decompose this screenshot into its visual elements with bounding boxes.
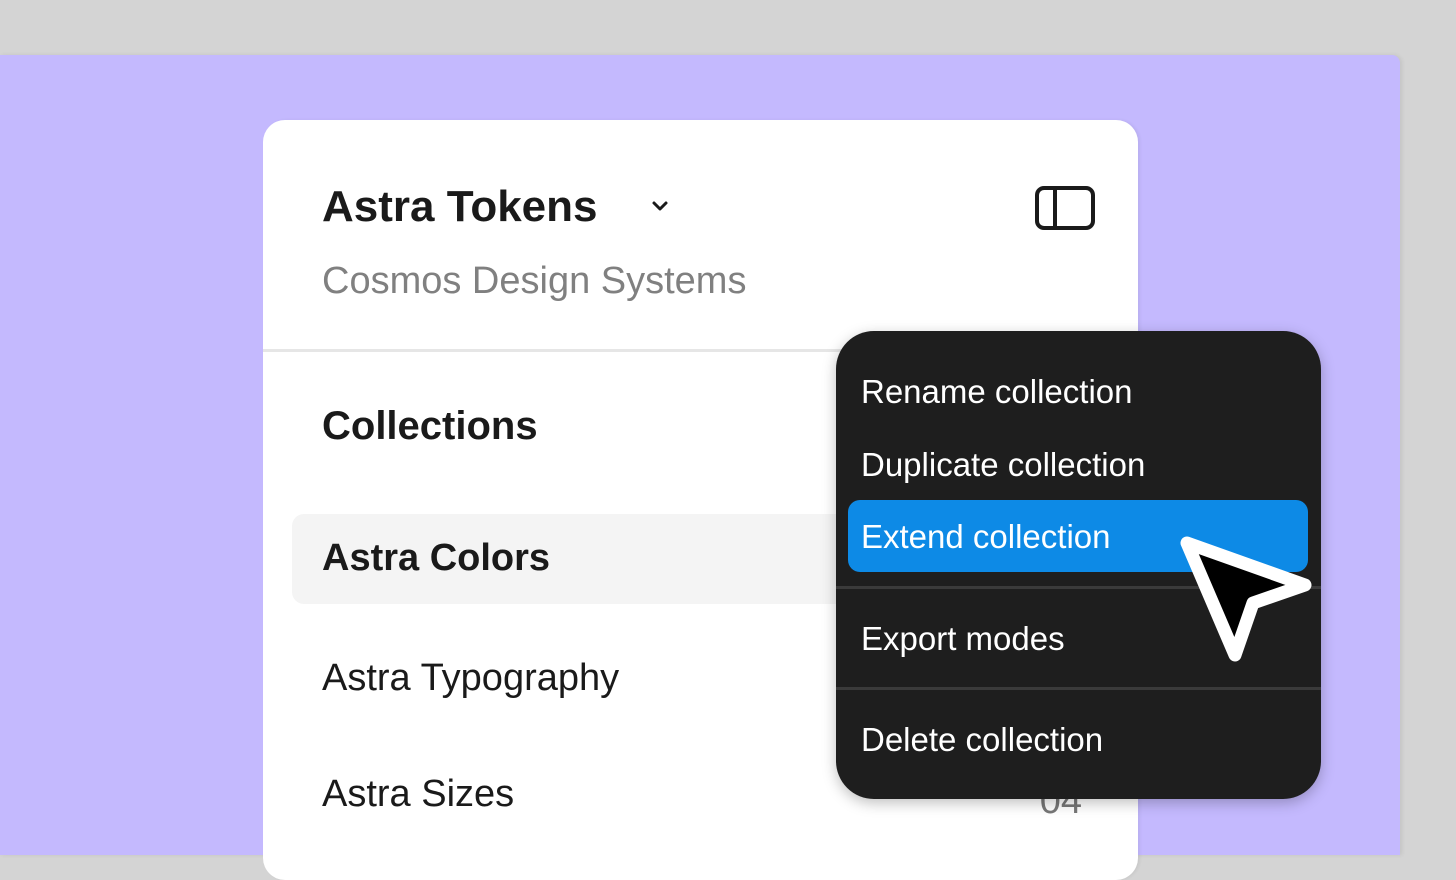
sidebar-toggle-icon[interactable] bbox=[1035, 186, 1095, 230]
menu-separator bbox=[836, 687, 1321, 690]
library-title[interactable]: Astra Tokens bbox=[322, 182, 598, 232]
library-subtitle: Cosmos Design Systems bbox=[322, 260, 746, 303]
menu-item-delete[interactable]: Delete collection bbox=[848, 703, 1308, 775]
collections-heading: Collections bbox=[322, 404, 538, 449]
menu-item-duplicate[interactable]: Duplicate collection bbox=[848, 428, 1308, 500]
menu-item-rename[interactable]: Rename collection bbox=[848, 355, 1308, 427]
chevron-down-icon[interactable] bbox=[648, 194, 672, 218]
mouse-pointer-icon bbox=[1165, 515, 1325, 675]
collection-name: Astra Sizes bbox=[322, 773, 514, 816]
collection-name: Astra Colors bbox=[322, 537, 550, 580]
collection-name: Astra Typography bbox=[322, 657, 619, 700]
